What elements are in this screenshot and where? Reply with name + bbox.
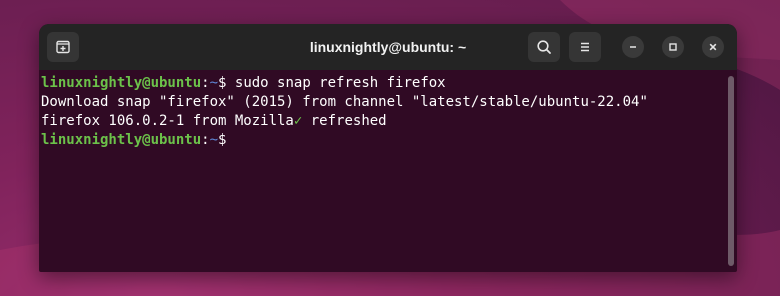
close-icon (709, 43, 717, 51)
scrollbar[interactable] (728, 76, 734, 266)
output-text: refreshed (302, 113, 387, 129)
terminal-line-1: linuxnightly@ubuntu:~$ sudo snap refresh… (41, 74, 737, 93)
prompt-separator: : (201, 75, 210, 91)
prompt-user: linuxnightly@ubuntu (41, 132, 202, 148)
minimize-button[interactable] (622, 36, 644, 58)
prompt-user: linuxnightly@ubuntu (41, 75, 202, 91)
prompt-separator: : (201, 132, 210, 148)
hamburger-menu-icon (581, 42, 589, 52)
search-button[interactable] (528, 32, 560, 62)
terminal-line-4: linuxnightly@ubuntu:~$ (41, 131, 737, 150)
terminal-output[interactable]: linuxnightly@ubuntu:~$ sudo snap refresh… (39, 70, 737, 272)
command-text: sudo snap refresh firefox (226, 75, 446, 91)
prompt-symbol: $ (218, 132, 227, 148)
new-tab-button[interactable] (47, 32, 79, 62)
minimize-icon (630, 46, 636, 48)
output-text: Download snap "firefox" (2015) from chan… (41, 94, 648, 110)
new-tab-icon (56, 40, 70, 54)
menu-button[interactable] (569, 32, 601, 62)
prompt-path: ~ (209, 132, 219, 148)
close-button[interactable] (702, 36, 724, 58)
titlebar[interactable]: linuxnightly@ubuntu: ~ (39, 24, 737, 70)
maximize-icon (669, 43, 677, 51)
prompt-path: ~ (209, 75, 219, 91)
terminal-line-3: firefox 106.0.2-1 from Mozilla✓ refreshe… (41, 112, 737, 131)
terminal-window: linuxnightly@ubuntu: ~ linuxnightly@ubun… (39, 24, 737, 272)
maximize-button[interactable] (662, 36, 684, 58)
output-text: firefox 106.0.2-1 from Mozilla (41, 113, 294, 129)
terminal-line-2: Download snap "firefox" (2015) from chan… (41, 93, 737, 112)
search-icon (537, 40, 551, 54)
